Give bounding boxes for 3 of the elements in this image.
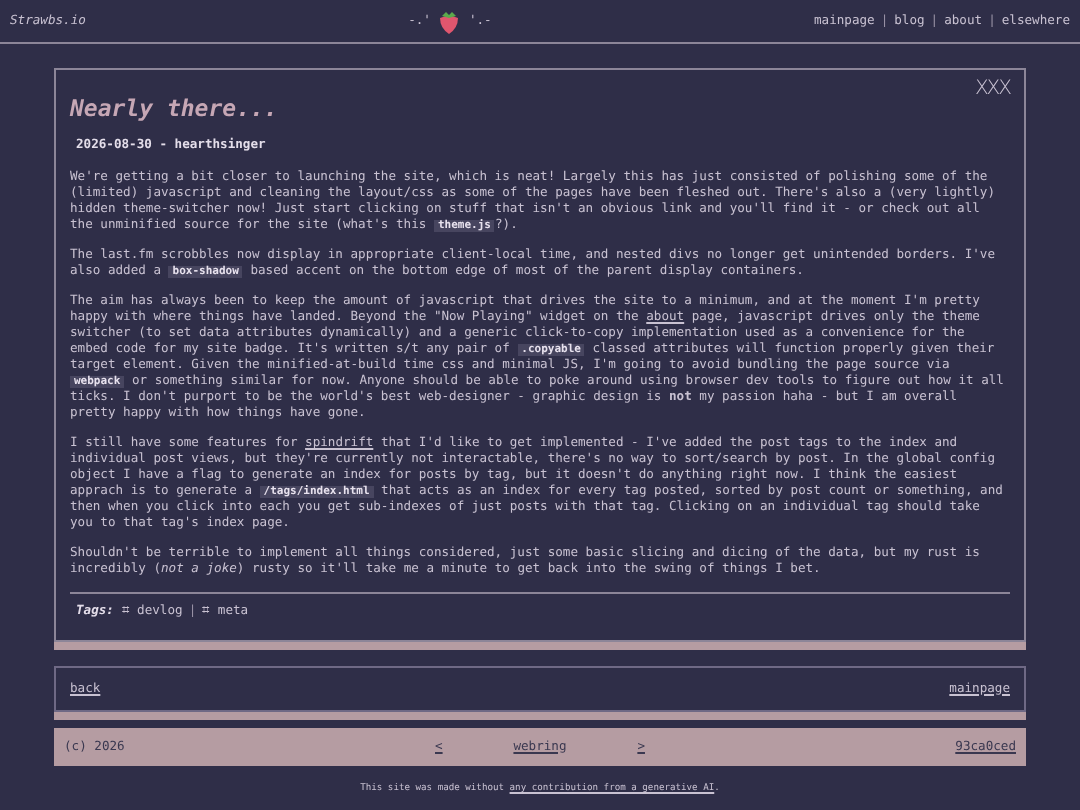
mark-text: XXX [974, 82, 1010, 98]
strawberry-icon [438, 9, 461, 33]
post-title: Nearly there... [70, 94, 278, 122]
